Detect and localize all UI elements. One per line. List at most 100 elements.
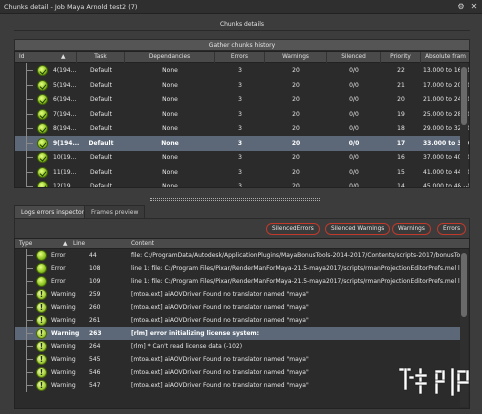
tab-frames-preview[interactable]: Frames preview [84, 205, 146, 218]
filter-warnings-button[interactable]: Warnings [392, 223, 431, 235]
log-cell-type: Warning [51, 356, 76, 363]
cell-warnings: 20 [292, 67, 300, 74]
tree-connector [21, 77, 33, 93]
check-circle-icon [37, 94, 48, 105]
tree-connector [21, 353, 33, 366]
table-row[interactable]: 11(19... Default None 3 20 0/0 15 41.000 to 44.… [15, 164, 469, 180]
log-row[interactable]: ! Warning 259 [mtoa.ext] aiAOVDriver Found … [15, 288, 461, 301]
table-row[interactable]: 8(194... Default None 3 20 0/0 18 29.000 to 32.… [15, 121, 469, 136]
cell-task: Default [90, 125, 112, 132]
tree-connector [21, 249, 33, 262]
exclamation-circle-icon: ! [36, 380, 47, 391]
column-header-type[interactable]: Type ▲ [19, 239, 67, 249]
tab-logs-errors-inspector[interactable]: Logs errors inspector [14, 205, 92, 218]
chunks-scrollbar-thumb[interactable] [461, 67, 467, 125]
log-row[interactable]: Error 44 file: C:/ProgramData/Autodesk/App… [15, 249, 461, 262]
tree-connector [21, 63, 33, 78]
table-row[interactable]: 9(194...DefaultNone3200/01733.000 to 36.… [15, 135, 469, 151]
tree-connector [21, 121, 33, 136]
cell-task: Default [90, 168, 112, 176]
log-cell-line: 260 [89, 304, 101, 311]
column-header-id[interactable]: Id ▲ [15, 52, 77, 63]
log-row[interactable]: ! Warning 260 [mtoa.ext] aiAOVDriver Found … [15, 301, 461, 314]
exclamation-circle-icon: ! [36, 315, 47, 326]
table-row[interactable]: 7(194... Default None 3 20 0/0 19 25.000 to 28.… [15, 106, 469, 122]
log-cell-content: line 1: file: C:/Program Files/Pixar/Ren… [131, 265, 461, 272]
log-row[interactable]: ! Warning 263 [rlm] error initializing lice… [15, 327, 461, 340]
cell-dependancies: None [161, 139, 179, 147]
cell-silenced: 0/0 [349, 154, 359, 161]
exclamation-circle-icon: ! [36, 354, 47, 365]
log-row[interactable]: ! Warning 261 [mtoa.ext] aiAOVDriver Found … [15, 314, 461, 327]
check-circle-icon [36, 276, 47, 287]
log-row[interactable]: Error 108 line 1: file: C:/Program Files/P… [15, 262, 461, 275]
filter-silenced-errors-button[interactable]: SilencedErrors [266, 223, 320, 235]
cell-task: Default [90, 96, 112, 103]
column-header-priority[interactable]: Priority [381, 52, 421, 63]
sort-asc-icon: ▲ [63, 241, 68, 247]
cell-priority: 15 [397, 168, 405, 176]
check-circle-icon [37, 137, 48, 149]
column-header-task[interactable]: Task [77, 52, 125, 63]
log-cell-type: Warning [51, 291, 76, 298]
cell-warnings: 20 [292, 183, 300, 188]
cell-silenced: 0/0 [349, 168, 359, 176]
table-row[interactable]: 10(19... Default None 3 20 0/0 16 37.000 to 40.… [15, 150, 469, 165]
cell-priority: 22 [397, 67, 405, 74]
cell-errors: 3 [238, 125, 242, 132]
table-row[interactable]: 4(194... Default None 3 20 0/0 22 13.000 to 16.… [15, 63, 469, 78]
table-row[interactable]: 12(19... Default None 3 20 0/0 14 45.000 to 48.… [15, 179, 469, 188]
chunks-details-title: Chunks details [14, 19, 470, 31]
column-header-silenced[interactable]: Silenced [327, 52, 381, 63]
cell-silenced: 0/0 [349, 183, 359, 188]
filter-errors-button[interactable]: Errors [437, 223, 467, 235]
column-header-dependancies[interactable]: Dependancies [125, 52, 215, 63]
cell-priority: 20 [397, 96, 405, 103]
cell-errors: 3 [238, 168, 242, 176]
tree-connector [21, 340, 33, 353]
column-header-warnings[interactable]: Warnings [265, 52, 327, 63]
cell-task: Default [90, 183, 112, 188]
tree-connector [21, 135, 33, 151]
log-row[interactable]: ! Warning 264 [rlm] * Can't read license da… [15, 340, 461, 353]
gather-history-button[interactable]: Gather chunks history [14, 39, 470, 51]
log-cell-content: file: C:/ProgramData/Autodesk/Applicatio… [131, 252, 461, 259]
check-circle-icon [37, 152, 48, 163]
cell-task: Default [90, 81, 112, 89]
column-header-content[interactable]: Content [131, 239, 154, 249]
cell-warnings: 20 [292, 125, 300, 132]
column-header-absolute-frame[interactable]: Absolute fram [421, 52, 469, 63]
log-cell-line: 264 [89, 343, 101, 350]
column-header-line[interactable]: Line [73, 239, 85, 249]
log-scrollbar-thumb[interactable] [461, 253, 467, 317]
log-cell-line: 547 [89, 382, 101, 389]
restore-icon[interactable]: ⚙ [456, 2, 466, 12]
window-titlebar: Chunks detail - Job Maya Arnold test2 (7… [0, 0, 482, 14]
tree-connector [21, 366, 33, 379]
exclamation-circle-icon: ! [36, 328, 47, 339]
chunks-scrollbar[interactable] [460, 63, 468, 186]
cell-priority: 17 [396, 139, 406, 147]
panel-splitter[interactable] [150, 198, 320, 201]
cell-priority: 21 [397, 81, 405, 89]
watermark-logo [398, 367, 470, 397]
tree-connector [21, 288, 33, 301]
table-row[interactable]: 6(194... Default None 3 20 0/0 20 21.000 to 24.… [15, 92, 469, 107]
log-cell-content: line 1: file: C:/Program Files/Pixar/Ren… [131, 278, 461, 285]
log-row[interactable]: Error 109 line 1: file: C:/Program Files/P… [15, 275, 461, 288]
log-cell-content: [mtoa.ext] aiAOVDriver Found no translat… [131, 304, 309, 311]
filter-silenced-warnings-button[interactable]: Silenced Warnings [325, 223, 391, 235]
cell-dependancies: None [162, 67, 178, 74]
window-title: Chunks detail - Job Maya Arnold test2 (7… [4, 3, 138, 11]
log-cell-line: 263 [89, 330, 102, 337]
tree-connector [21, 150, 33, 165]
log-cell-type: Warning [51, 330, 80, 337]
cell-errors: 3 [238, 81, 242, 89]
log-cell-type: Error [51, 265, 66, 272]
table-row[interactable]: 5(194... Default None 3 20 0/0 21 17.000 to 20.… [15, 77, 469, 93]
check-circle-icon [36, 250, 47, 261]
log-cell-line: 545 [89, 356, 101, 363]
check-circle-icon [36, 263, 47, 274]
column-header-errors[interactable]: Errors [215, 52, 265, 63]
close-icon[interactable]: ✕ [469, 2, 479, 12]
